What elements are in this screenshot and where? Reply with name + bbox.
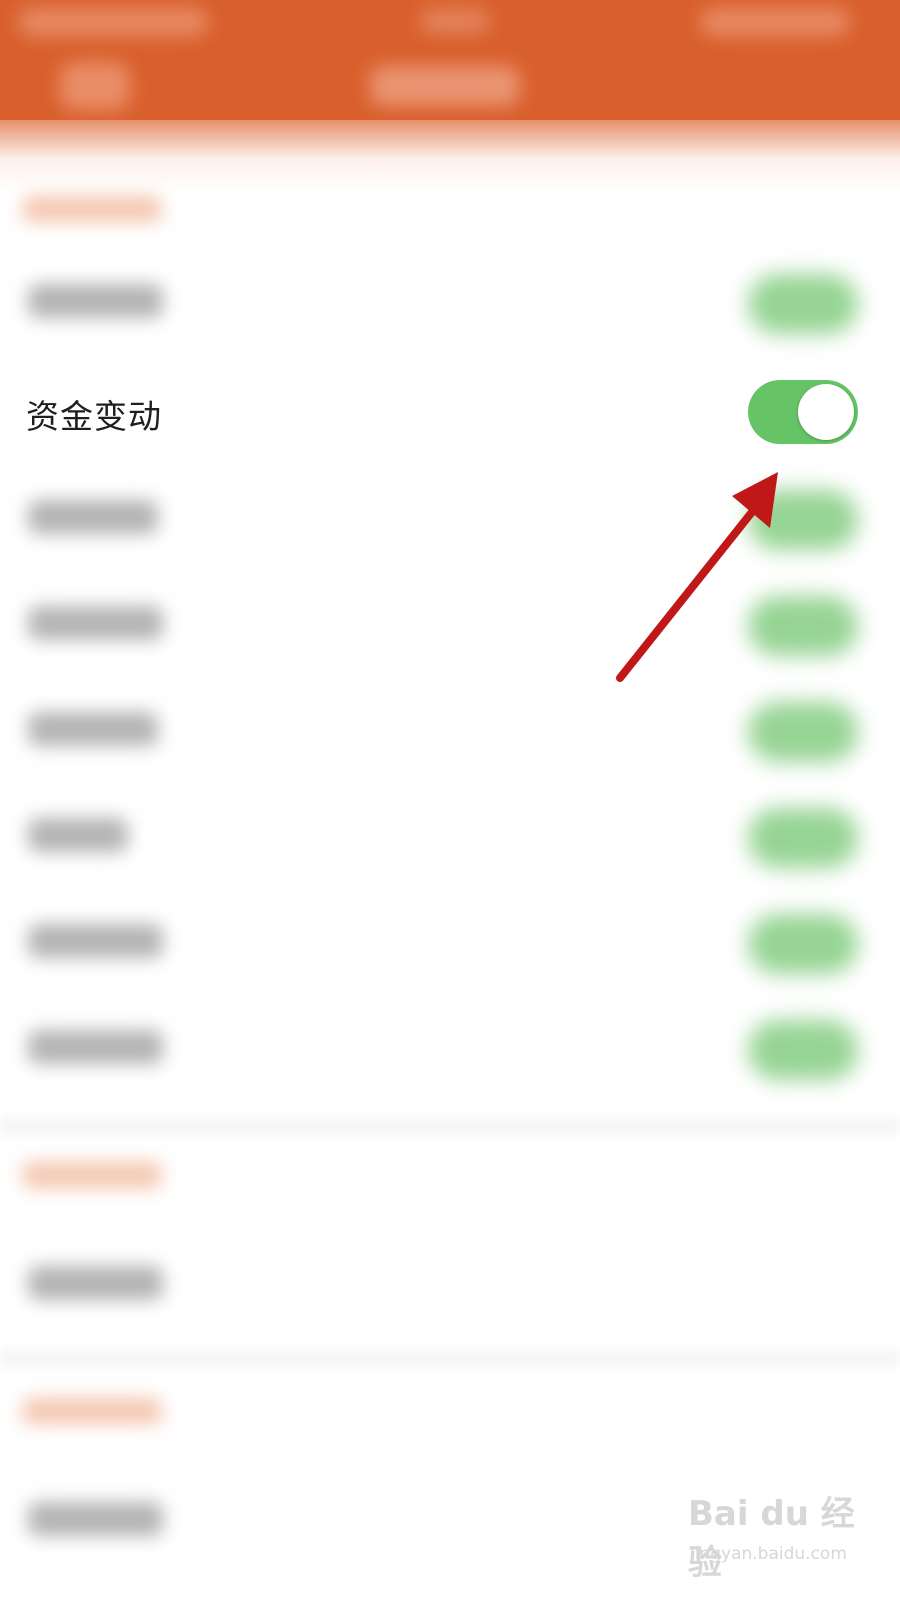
toggle-knob — [798, 384, 854, 440]
fund-change-toggle[interactable] — [748, 380, 858, 444]
setting-row-blurred[interactable] — [0, 678, 900, 784]
status-bar-time-blurred — [420, 8, 490, 34]
watermark-logo: Bai du 经验 — [688, 1494, 855, 1583]
setting-label-blurred — [28, 1266, 163, 1300]
toggle-switch-blurred[interactable] — [748, 274, 858, 334]
toggle-switch-blurred[interactable] — [748, 1020, 858, 1080]
setting-row-fund-change[interactable]: 资金变动 — [0, 362, 900, 462]
baidu-jingyan-watermark: Bai du 经验 jingyan.baidu.com — [688, 1486, 888, 1586]
header-bar — [0, 0, 900, 140]
toggle-switch-blurred[interactable] — [748, 914, 858, 974]
header-fade — [0, 120, 900, 190]
toggle-switch-blurred[interactable] — [748, 490, 858, 550]
setting-row-blurred[interactable] — [0, 890, 900, 996]
setting-label-blurred — [28, 284, 163, 318]
toggle-switch-blurred[interactable] — [748, 596, 858, 656]
status-bar-left-blurred — [18, 8, 208, 36]
setting-label-blurred — [28, 924, 163, 958]
toggle-switch-blurred[interactable] — [748, 702, 858, 762]
section-divider — [0, 1350, 900, 1366]
setting-row-blurred[interactable] — [0, 784, 900, 890]
setting-label-blurred — [28, 1502, 163, 1536]
setting-label-blurred — [28, 606, 163, 640]
back-button-blurred[interactable] — [60, 62, 130, 110]
setting-label-blurred — [28, 818, 128, 852]
section-header-blurred — [22, 196, 162, 222]
page-title-blurred — [370, 66, 520, 106]
setting-label-blurred — [28, 500, 158, 534]
setting-row-blurred[interactable] — [0, 250, 900, 356]
setting-row-blurred[interactable] — [0, 466, 900, 572]
toggle-switch-blurred[interactable] — [748, 808, 858, 868]
setting-row-blurred[interactable] — [0, 572, 900, 678]
section-header-blurred — [22, 1162, 162, 1188]
watermark-url: jingyan.baidu.com — [690, 1544, 847, 1564]
setting-label-blurred — [28, 1030, 163, 1064]
status-bar-right-blurred — [700, 8, 850, 36]
section-divider — [0, 1118, 900, 1134]
setting-row-blurred[interactable] — [0, 996, 900, 1102]
setting-label-fund-change: 资金变动 — [26, 397, 162, 436]
section-header-blurred — [22, 1398, 162, 1424]
setting-row-blurred[interactable] — [0, 1232, 900, 1338]
setting-label-blurred — [28, 712, 158, 746]
